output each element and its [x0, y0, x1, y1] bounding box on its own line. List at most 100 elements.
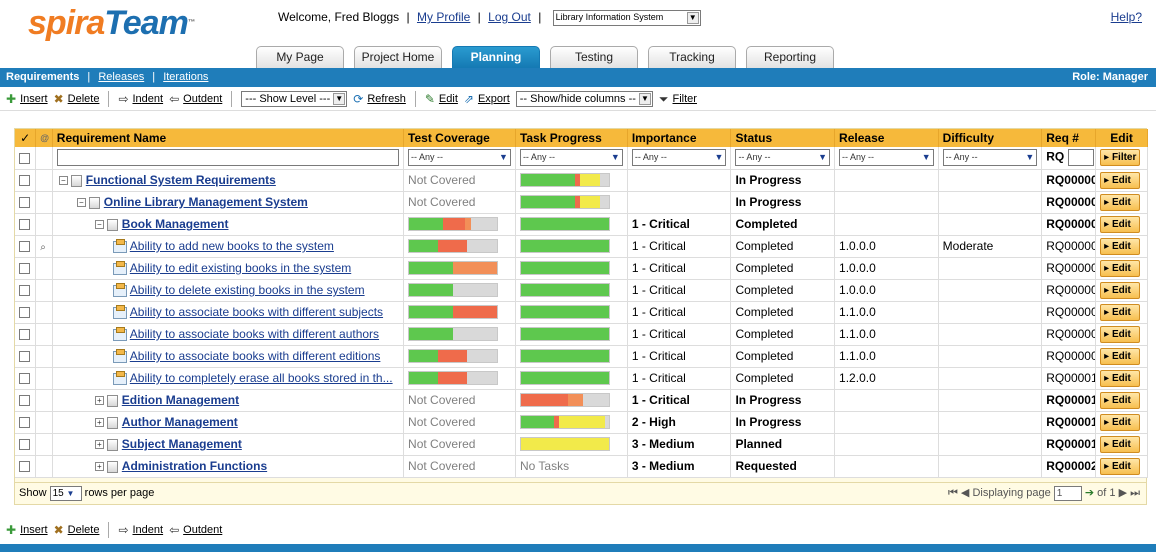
indent-button-bottom[interactable]: ⇨ Indent — [118, 524, 163, 536]
my-profile-link[interactable]: My Profile — [417, 10, 470, 24]
row-edit-button[interactable]: ▸ Edit — [1100, 237, 1141, 255]
requirement-link[interactable]: Ability to associate books with differen… — [130, 327, 379, 341]
row-edit-button[interactable]: ▸ Edit — [1100, 281, 1141, 299]
delete-button[interactable]: ✖ Delete — [54, 93, 100, 105]
table-row[interactable]: + Author Management Not Covered 2 - High In … — [15, 411, 1148, 434]
requirement-link[interactable]: Edition Management — [122, 393, 239, 407]
help-link[interactable]: Help? — [1111, 10, 1142, 24]
table-row[interactable]: Ability to associate books with differen… — [15, 323, 1148, 346]
status-filter-select[interactable]: -- Any -- ▼ — [735, 149, 831, 167]
table-row[interactable]: − Book Management 1 - Critical Completed RQ0… — [15, 213, 1148, 236]
table-row[interactable]: Ability to delete existing books in the … — [15, 279, 1148, 302]
col-status[interactable]: Status — [730, 129, 836, 147]
row-checkbox[interactable] — [19, 219, 30, 231]
export-button[interactable]: ⇗ Export — [464, 93, 510, 105]
requirement-link[interactable]: Ability to edit existing books in the sy… — [130, 261, 351, 275]
insert-button[interactable]: ✚ Insert — [6, 93, 48, 105]
iterations-link[interactable]: Iterations — [163, 71, 208, 83]
row-checkbox[interactable] — [19, 307, 30, 319]
go-page-icon[interactable]: ➔ — [1085, 487, 1094, 499]
tab-testing[interactable]: Testing — [550, 46, 638, 68]
col-test-coverage[interactable]: Test Coverage — [403, 129, 516, 147]
last-page-icon[interactable]: ⏭ — [1130, 487, 1140, 499]
outdent-button-bottom[interactable]: ⇦ Outdent — [169, 524, 222, 536]
requirement-link[interactable]: Book Management — [122, 217, 229, 231]
table-row[interactable]: + Administration Functions Not Covered No T… — [15, 455, 1148, 478]
row-checkbox[interactable] — [19, 417, 30, 429]
col-release[interactable]: Release — [834, 129, 939, 147]
expand-icon[interactable]: + — [94, 418, 104, 428]
row-checkbox[interactable] — [19, 373, 30, 385]
table-row[interactable]: + Edition Management Not Covered 1 - Critic… — [15, 389, 1148, 412]
importance-filter-select[interactable]: -- Any -- ▼ — [631, 149, 727, 167]
tab-tracking[interactable]: Tracking — [648, 46, 736, 68]
row-edit-button[interactable]: ▸ Edit — [1100, 303, 1141, 321]
page-number-input[interactable]: 1 — [1053, 485, 1082, 501]
name-filter-input[interactable] — [56, 149, 400, 167]
col-requirement-name[interactable]: Requirement Name — [52, 129, 405, 147]
table-row[interactable]: Ability to edit existing books in the sy… — [15, 257, 1148, 280]
row-edit-button[interactable]: ▸ Edit — [1100, 391, 1141, 409]
coverage-filter-select[interactable]: -- Any -- ▼ — [408, 149, 511, 167]
col-req-number[interactable]: Req # — [1041, 129, 1097, 147]
table-row[interactable]: − Functional System Requirements Not Cover… — [15, 169, 1148, 192]
row-checkbox[interactable] — [19, 439, 30, 451]
outdent-button[interactable]: ⇦ Outdent — [169, 93, 222, 105]
tab-my-page[interactable]: My Page — [256, 46, 344, 68]
row-checkbox[interactable] — [19, 285, 30, 297]
requirement-link[interactable]: Ability to completely erase all books st… — [130, 371, 393, 385]
tab-reporting[interactable]: Reporting — [746, 46, 834, 68]
row-checkbox[interactable] — [19, 197, 30, 209]
row-checkbox[interactable] — [19, 461, 30, 473]
show-level-select[interactable]: --- Show Level --- ▼ — [241, 90, 348, 107]
prev-page-icon[interactable]: ◀ — [961, 487, 969, 499]
row-edit-button[interactable]: ▸ Edit — [1100, 347, 1141, 365]
expand-icon[interactable]: + — [94, 440, 104, 450]
row-edit-button[interactable]: ▸ Edit — [1100, 259, 1141, 277]
delete-button-bottom[interactable]: ✖ Delete — [54, 524, 100, 536]
row-edit-button[interactable]: ▸ Edit — [1100, 193, 1141, 211]
filter-toolbar-button[interactable]: ⏷ Filter — [659, 93, 697, 105]
collapse-icon[interactable]: − — [58, 176, 68, 186]
requirement-link[interactable]: Ability to associate books with differen… — [130, 305, 383, 319]
requirement-link[interactable]: Administration Functions — [122, 459, 267, 473]
row-checkbox[interactable] — [19, 329, 30, 341]
row-checkbox[interactable] — [19, 241, 30, 253]
next-page-icon[interactable]: ▶ — [1119, 487, 1127, 499]
row-edit-button[interactable]: ▸ Edit — [1100, 171, 1141, 189]
requirement-link[interactable]: Online Library Management System — [104, 195, 308, 209]
table-row[interactable]: Ability to associate books with differen… — [15, 345, 1148, 368]
collapse-icon[interactable]: − — [76, 198, 86, 208]
requirement-link[interactable]: Ability to delete existing books in the … — [130, 283, 365, 297]
tab-planning[interactable]: Planning — [452, 46, 540, 68]
filter-button[interactable]: ▸ Filter — [1100, 149, 1141, 167]
collapse-icon[interactable]: − — [94, 220, 104, 230]
indent-button[interactable]: ⇨ Indent — [118, 93, 163, 105]
requirement-link[interactable]: Author Management — [122, 415, 238, 429]
row-edit-button[interactable]: ▸ Edit — [1100, 413, 1141, 431]
show-hide-columns-select[interactable]: -- Show/hide columns -- ▼ — [515, 90, 653, 107]
table-row[interactable]: Ability to completely erase all books st… — [15, 367, 1148, 390]
first-page-icon[interactable]: ⏮ — [948, 487, 958, 499]
col-difficulty[interactable]: Difficulty — [938, 129, 1043, 147]
releases-link[interactable]: Releases — [98, 71, 144, 83]
progress-filter-select[interactable]: -- Any -- ▼ — [519, 149, 623, 167]
requirement-link[interactable]: Subject Management — [122, 437, 242, 451]
project-select[interactable]: Library Information System ▼ — [552, 10, 701, 26]
row-edit-button[interactable]: ▸ Edit — [1100, 435, 1141, 453]
table-row[interactable]: Ability to associate books with differen… — [15, 301, 1148, 324]
table-row[interactable]: − Online Library Management System Not Cov… — [15, 191, 1148, 214]
col-importance[interactable]: Importance — [627, 129, 732, 147]
row-edit-button[interactable]: ▸ Edit — [1100, 325, 1141, 343]
log-out-link[interactable]: Log Out — [488, 10, 531, 24]
row-edit-button[interactable]: ▸ Edit — [1100, 215, 1141, 233]
select-all-checkbox[interactable] — [19, 153, 30, 165]
requirement-link[interactable]: Ability to add new books to the system — [130, 239, 334, 253]
expand-icon[interactable]: + — [94, 396, 104, 406]
table-row[interactable]: + Subject Management Not Covered 3 - Medium… — [15, 433, 1148, 456]
refresh-button[interactable]: ⟳ Refresh — [353, 93, 406, 105]
row-checkbox[interactable] — [19, 395, 30, 407]
table-row[interactable]: ⌕ Ability to add new books to the system 1… — [15, 235, 1148, 258]
edit-toolbar-button[interactable]: ✎ Edit — [425, 93, 458, 105]
requirement-link[interactable]: Ability to associate books with differen… — [130, 349, 381, 363]
